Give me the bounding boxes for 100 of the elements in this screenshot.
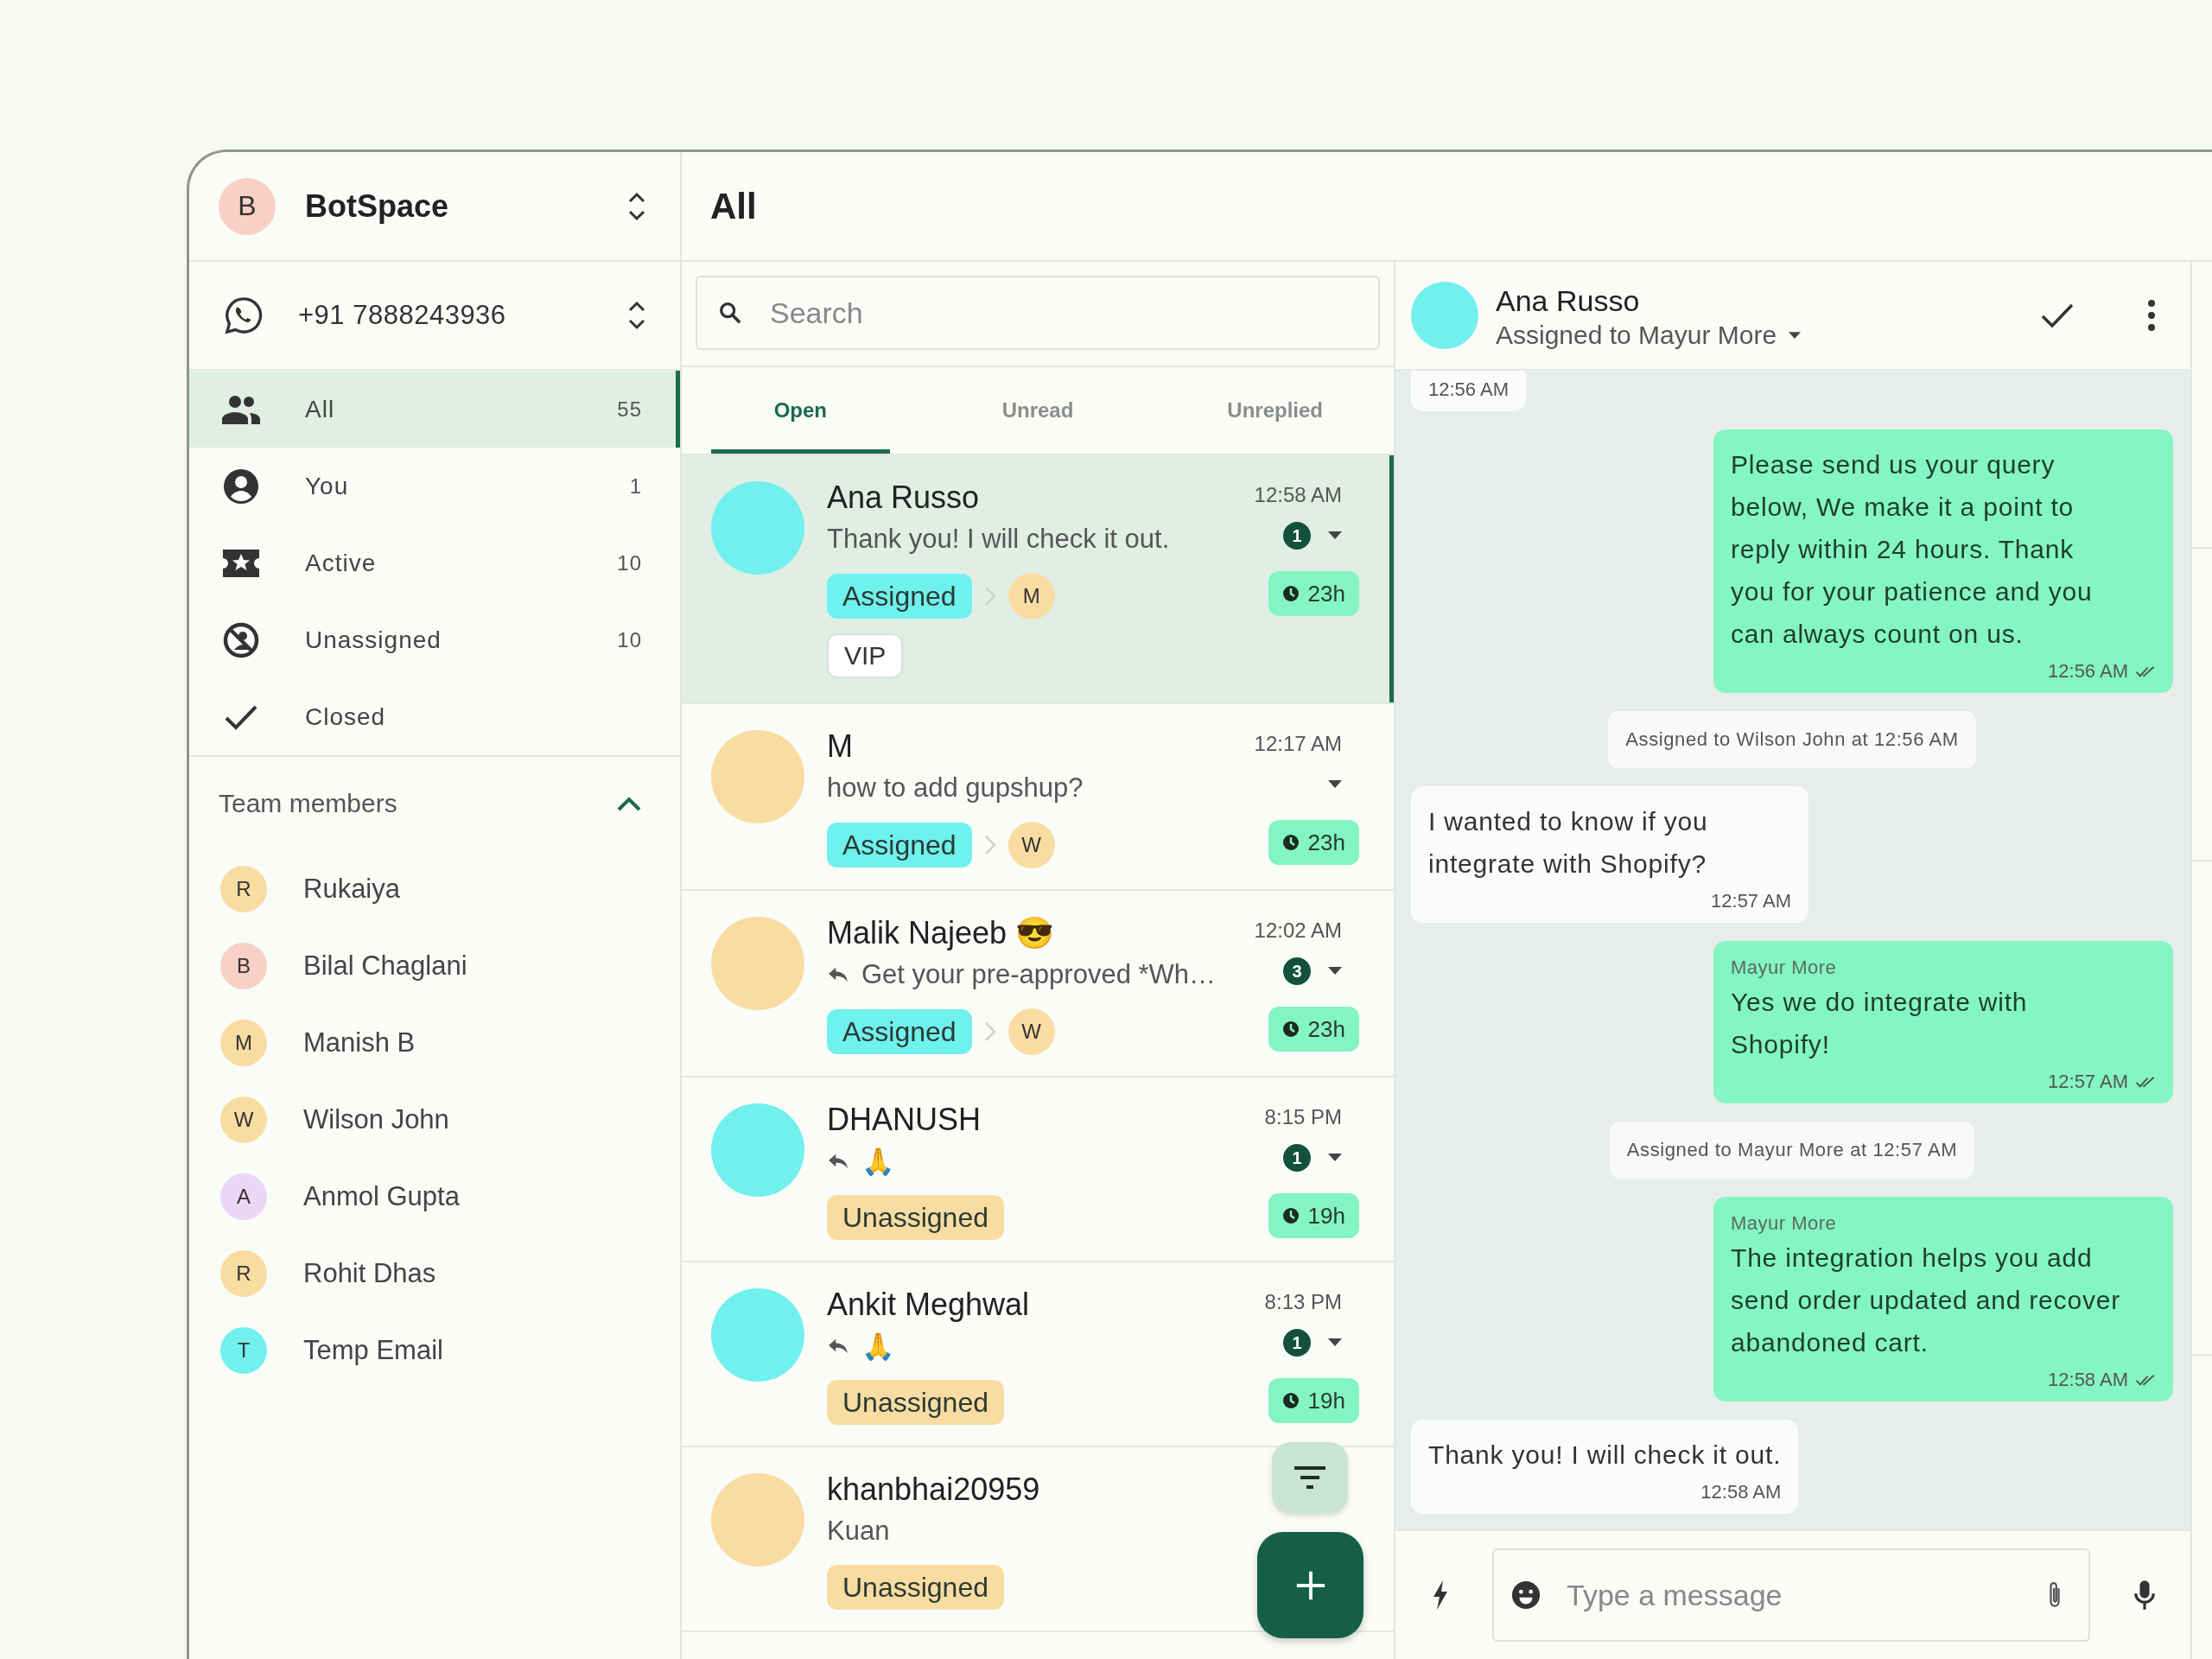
filter-button[interactable] [1272,1442,1348,1513]
message-time: 12:57 AM [2048,1071,2128,1093]
nav-item[interactable]: Closed [189,678,680,755]
collapse-button[interactable] [616,795,642,812]
team-member[interactable]: T Temp Email [189,1312,680,1389]
search-input[interactable]: Search [768,295,1357,331]
timer-text: 23h [1307,829,1345,856]
conversation-item[interactable]: Ana Russo Thank you! I will check it out. Assigned M VIP 12:58 AM 1 23h [682,455,1394,704]
message-input[interactable]: Type a message [1565,1577,2023,1613]
member-name: Bilal Chaglani [303,950,467,982]
contact-name: DHANUSH [827,1101,982,1139]
nav-item[interactable]: Active 10 [189,524,680,601]
caret-icon [1789,331,1802,340]
message-time: 12:56 AM [2048,660,2128,683]
assignee-dropdown[interactable]: Assigned to Mayur More [1496,321,1802,350]
message-time: 12:56 AM [1428,378,1509,401]
sender-name: Mayur More [1731,1211,1838,1236]
section-title: Team members [219,789,398,818]
message-time: 12:58 AM [2048,1369,2128,1391]
member-name: Temp Email [303,1334,443,1366]
caret-icon[interactable] [1328,780,1342,789]
lightning-icon [1432,1580,1449,1611]
message-text: The integration helps you add send order updated and recover abandoned cart. [1731,1243,2121,1358]
status-tag: Unassigned [827,1565,1004,1610]
member-name: Manish B [303,1027,416,1058]
timer-text: 23h [1307,580,1345,607]
nav-item[interactable]: Unassigned 10 [189,601,680,678]
caret-icon[interactable] [1328,1338,1342,1347]
member-avatar: W [220,1096,267,1143]
timer-text: 19h [1307,1387,1345,1414]
contact-name: Ana Russo [1496,283,1641,319]
blocked-person-icon [222,620,260,659]
caret-icon[interactable] [1328,531,1342,540]
message-time: 8:13 PM [1264,1289,1343,1315]
member-avatar: T [220,1326,267,1374]
conversation-item[interactable]: M how to add gupshup? Assigned W 12:17 AM 23h [682,704,1394,891]
message-time: 8:15 PM [1264,1104,1343,1130]
check-icon [2040,302,2075,328]
message-time: 12:58 AM [1254,482,1343,508]
member-avatar: B [220,942,267,989]
message-text: I wanted to know if you integrate with Shopify? [1428,806,1709,880]
caret-icon[interactable] [1328,1154,1342,1162]
unread-count: 1 [1283,1329,1311,1357]
view-title: All [682,152,2212,262]
assignee-avatar: W [1007,1008,1055,1055]
chevron-right-icon [983,586,996,607]
phone-number: +91 7888243936 [298,300,507,331]
timer-text: 19h [1307,1202,1345,1230]
contact-name: M [827,728,854,766]
conversation-item[interactable]: Malik Najeeb 😎 Get your pre-approved *Wh… Assigned W 12:02 AM 3 23h [682,891,1394,1077]
team-member[interactable]: W Wilson John [189,1081,680,1158]
message-bar[interactable]: Type a message [1492,1548,2090,1642]
message-time: 12:58 AM [1700,1481,1782,1503]
nav-item[interactable]: You 1 [189,448,680,524]
chevron-right-icon [983,1021,996,1042]
conversation-item[interactable]: DHANUSH 🙏 Unassigned 8:15 PM 1 19h [682,1077,1394,1262]
message-preview: Get your pre-approved *Wh… [861,959,1217,990]
nav-item[interactable]: All 55 [189,371,680,448]
system-note: Assigned to Wilson John at 12:56 AM [1608,711,1976,768]
assignee-avatar: M [1007,573,1055,620]
caret-icon[interactable] [1328,967,1342,976]
message-text: Thank you! I will check it out. [1428,1440,1782,1471]
team-member[interactable]: R Rohit Dhas [189,1235,680,1312]
search-bar[interactable]: Search [696,276,1380,350]
message-time: 12:57 AM [1711,890,1791,912]
clock-icon [1281,1020,1300,1038]
member-name: Anmol Gupta [303,1180,460,1212]
conversation-item[interactable]: Ankit Meghwal 🙏 Unassigned 8:13 PM 1 19h [682,1262,1394,1447]
clock-icon [1281,1392,1300,1409]
team-member[interactable]: A Anmol Gupta [189,1158,680,1235]
people-icon [220,394,262,424]
workspace-switcher[interactable]: B BotSpace [189,152,680,262]
status-tag: Assigned [827,1009,972,1054]
emoji-icon[interactable] [1511,1580,1541,1610]
check-icon [224,703,258,730]
clock-icon [1281,834,1300,851]
team-member[interactable]: R Rukaiya [189,850,680,927]
message-text: Please send us your query below, We make it a point to reply within 24 hours. Thank you for your patience and you can always count on us. [1731,449,2094,650]
message-preview: 🙏 [861,1145,895,1178]
member-avatar: A [220,1173,267,1220]
contact-name: Ana Russo [827,479,981,517]
message-time: 12:02 AM [1254,918,1343,944]
team-member[interactable]: B Bilal Chaglani [189,927,680,1004]
member-avatar: R [220,1249,267,1297]
expand-icon [626,300,647,331]
message-preview: 🙏 [861,1330,895,1363]
more-icon [2147,298,2156,333]
member-name: Rukaiya [303,873,400,905]
team-member[interactable]: M Manish B [189,1004,680,1081]
new-chat-button[interactable] [1257,1532,1363,1638]
message-preview: Kuan [827,1516,890,1547]
search-icon [718,301,742,325]
system-note: Assigned to Mayur More at 12:57 AM [1609,1122,1975,1179]
workspace-avatar: B [219,177,276,235]
filter-icon [1293,1465,1327,1491]
member-avatar: R [220,865,267,912]
chevron-right-icon [983,835,996,855]
assignee-avatar: W [1007,822,1055,868]
microphone-icon [2133,1579,2156,1611]
status-tag: Assigned [827,574,972,619]
